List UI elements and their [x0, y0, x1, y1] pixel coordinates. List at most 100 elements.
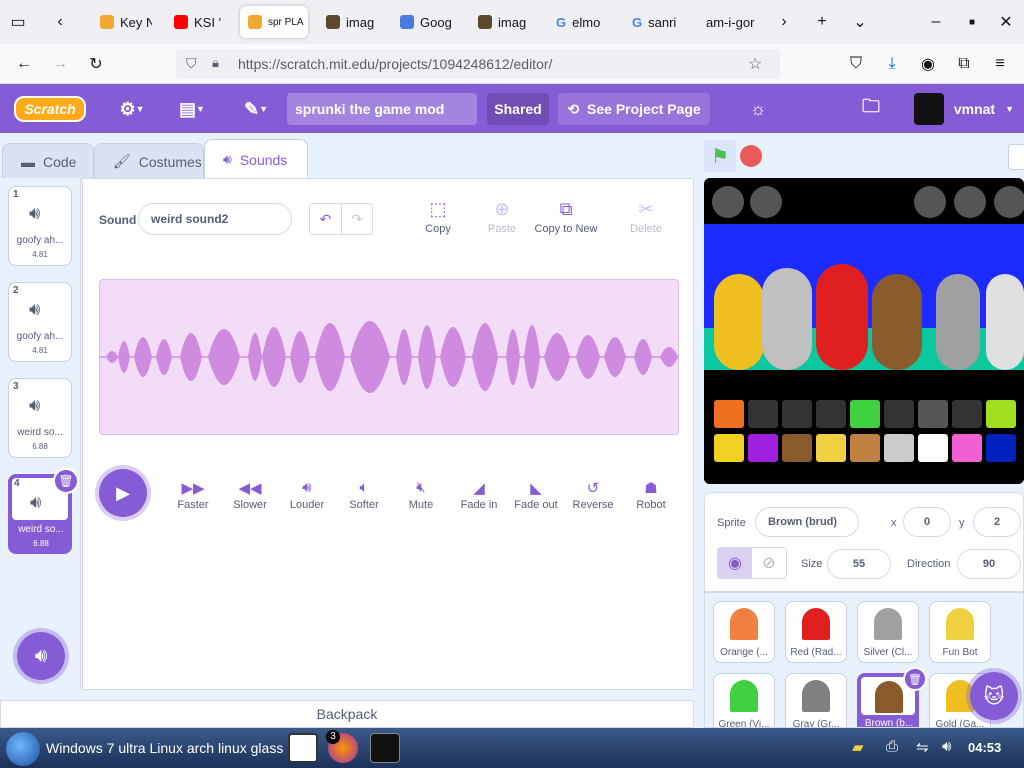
sprite-tile[interactable]: Fun Bot	[929, 601, 991, 663]
palette-character-icon[interactable]	[884, 400, 914, 428]
palette-character-icon[interactable]	[918, 400, 948, 428]
palette-character-icon[interactable]	[748, 434, 778, 462]
stage-size-toggle[interactable]	[1008, 144, 1024, 170]
green-flag-icon[interactable]: ⚑	[704, 140, 736, 172]
lock-icon[interactable]: 🔒︎	[212, 55, 219, 71]
network-icon[interactable]: ⇋	[916, 738, 929, 756]
settings-menu-button[interactable]: ⚙ ▼	[112, 92, 152, 126]
effect-mute-button[interactable]: 🔇︎ Mute	[391, 479, 451, 511]
stage-reset-icon[interactable]	[914, 186, 946, 218]
sprite-tile[interactable]: Green (Vi...	[713, 673, 775, 727]
undo-icon[interactable]: ↶	[310, 204, 341, 234]
hide-eye-icon[interactable]: ⊘	[752, 548, 786, 578]
palette-character-icon[interactable]	[918, 434, 948, 462]
shared-button[interactable]: Shared	[487, 93, 549, 125]
effect-softer-button[interactable]: 🔈︎ Softer	[334, 479, 394, 511]
browser-tab[interactable]: imag	[470, 6, 534, 38]
clipboard-icon[interactable]: ▰	[852, 738, 864, 756]
x-input[interactable]: 0	[903, 507, 951, 537]
add-sprite-button[interactable]: 🐱︎	[970, 672, 1018, 720]
stage-menu-icon[interactable]	[712, 186, 744, 218]
palette-character-icon[interactable]	[986, 400, 1016, 428]
sound-item[interactable]: 3 🔊︎ weird so... 6.88	[8, 378, 72, 458]
palette-character-icon[interactable]	[782, 434, 812, 462]
file-menu-button[interactable]: ▤ ▼	[172, 92, 212, 126]
browser-tab[interactable]: imag	[318, 6, 382, 38]
effect-robot-button[interactable]: ☗ Robot	[621, 479, 681, 511]
tab-overview-icon[interactable]: ▭	[6, 10, 30, 34]
tab-costumes[interactable]: 🖌︎ Costumes	[94, 143, 204, 179]
sound-item[interactable]: 2 🔊︎ goofy ah... 4.81	[8, 282, 72, 362]
my-stuff-folder-icon[interactable]: 🗀︎	[856, 92, 886, 126]
delete-sound-icon[interactable]: 🗑︎	[53, 468, 79, 494]
y-input[interactable]: 2	[973, 507, 1021, 537]
palette-character-icon[interactable]	[986, 434, 1016, 462]
browser-tab[interactable]: Goog	[392, 6, 458, 38]
palette-character-icon[interactable]	[850, 434, 880, 462]
effect-faster-button[interactable]: ▶▶ Faster	[163, 479, 223, 511]
see-project-page-button[interactable]: ⟲ See Project Page	[558, 93, 710, 125]
waveform-display[interactable]	[99, 279, 679, 435]
account-menu[interactable]: vmnat ▼	[914, 92, 1014, 126]
delete-button[interactable]: ✂ Delete	[611, 199, 681, 235]
sprite-name-input[interactable]: Brown (brud)	[755, 507, 859, 537]
stop-icon[interactable]	[740, 145, 762, 167]
play-button[interactable]: ▶	[99, 469, 147, 517]
stage-volume-icon[interactable]	[954, 186, 986, 218]
project-title-input[interactable]: sprunki the game mod	[287, 93, 477, 125]
paste-button[interactable]: ⊕ Paste	[467, 199, 537, 235]
browser-tab[interactable]: Gsanri	[624, 6, 690, 38]
volume-icon[interactable]: 🔊︎	[942, 738, 951, 755]
lightbulb-icon[interactable]: ☼	[744, 92, 772, 126]
browser-tab[interactable]: KSI '	[166, 6, 228, 38]
effect-louder-button[interactable]: 🔊︎ Louder	[277, 479, 337, 511]
menu-icon[interactable]: ≡	[988, 52, 1012, 76]
pocket-icon[interactable]: ⛉	[844, 52, 868, 76]
palette-character-icon[interactable]	[782, 400, 812, 428]
palette-character-icon[interactable]	[952, 400, 982, 428]
browser-tab[interactable]: am-i-gor	[698, 6, 762, 38]
effect-reverse-button[interactable]: ↺ Reverse	[563, 479, 623, 511]
tab-code[interactable]: ▬ Code	[2, 143, 94, 179]
url-text[interactable]: https://scratch.mit.edu/projects/1094248…	[238, 56, 552, 72]
shield-icon[interactable]: ⛉	[186, 55, 197, 72]
file-manager-icon[interactable]	[288, 733, 318, 763]
tab-sounds[interactable]: 🔊︎ Sounds	[204, 139, 308, 179]
size-input[interactable]: 55	[827, 549, 891, 579]
sprite-tile[interactable]: Silver (Cl...	[857, 601, 919, 663]
delete-sprite-icon[interactable]: 🗑︎	[903, 667, 927, 691]
sound-name-input[interactable]: weird sound2	[138, 203, 292, 235]
copy-button[interactable]: ⬚ Copy	[403, 199, 473, 235]
stage[interactable]	[704, 178, 1024, 484]
palette-character-icon[interactable]	[816, 400, 846, 428]
add-sound-button[interactable]: 🔊︎	[17, 632, 65, 680]
reload-icon[interactable]: ↻	[84, 52, 108, 76]
terminal-icon[interactable]	[370, 733, 400, 763]
browser-tab[interactable]: Key N	[92, 6, 152, 38]
downloads-icon[interactable]: ⤓	[880, 52, 904, 76]
scratch-logo[interactable]: Scratch	[14, 96, 86, 122]
extensions-icon[interactable]: ⧉	[952, 52, 976, 76]
copy-to-new-button[interactable]: ⧉ Copy to New	[531, 199, 601, 235]
minimize-icon[interactable]: –	[924, 10, 948, 34]
palette-character-icon[interactable]	[884, 434, 914, 462]
list-tabs-icon[interactable]: ⌄	[848, 10, 872, 34]
stage-music-icon[interactable]	[994, 186, 1024, 218]
start-button[interactable]	[6, 732, 40, 766]
scroll-tabs-right-icon[interactable]: ›	[772, 10, 796, 34]
backpack-bar[interactable]: Backpack	[0, 700, 694, 728]
account-icon[interactable]: ◉	[916, 52, 940, 76]
close-window-icon[interactable]: ✕	[994, 10, 1018, 34]
redo-icon[interactable]: ↷	[340, 204, 372, 234]
direction-input[interactable]: 90	[957, 549, 1021, 579]
browser-tab[interactable]: Gelmo	[548, 6, 612, 38]
palette-character-icon[interactable]	[816, 434, 846, 462]
browser-tab-active[interactable]: spr PLA✕	[240, 6, 308, 38]
sound-item[interactable]: 1 🔊︎ goofy ah... 4.81	[8, 186, 72, 266]
effect-fade-in-button[interactable]: ◢ Fade in	[449, 479, 509, 511]
palette-character-icon[interactable]	[850, 400, 880, 428]
bookmark-star-icon[interactable]: ☆	[748, 54, 762, 74]
sprite-tile[interactable]: Orange (...	[713, 601, 775, 663]
sprite-tile[interactable]: Gray (Gr...	[785, 673, 847, 727]
url-bar[interactable]: ⛉ 🔒︎ https://scratch.mit.edu/projects/10…	[176, 49, 780, 79]
